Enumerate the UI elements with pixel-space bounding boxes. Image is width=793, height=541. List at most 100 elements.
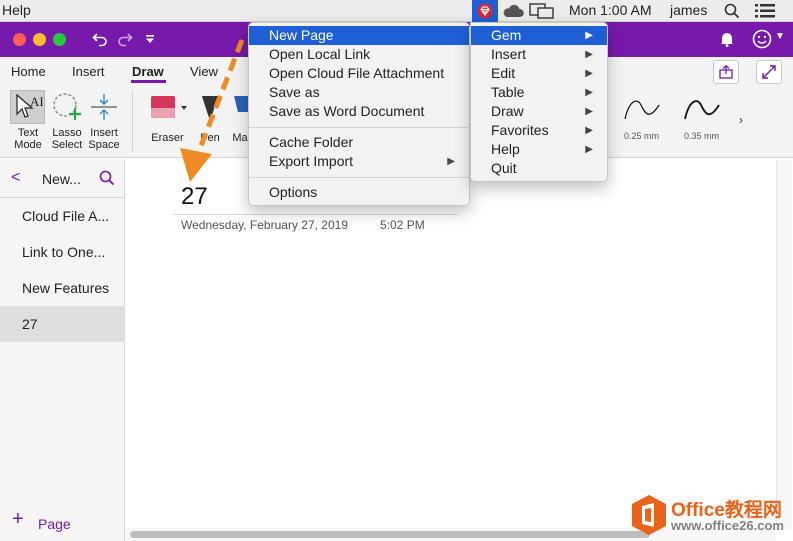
submenu-item-favorites[interactable]: Favorites ▶	[471, 121, 607, 140]
submenu-arrow-icon: ▶	[585, 87, 593, 98]
insert-space-icon	[91, 94, 117, 120]
submenu-item-quit[interactable]: Quit	[471, 159, 607, 178]
page-list-item[interactable]: New Features	[0, 270, 125, 306]
office-logo-icon	[632, 495, 666, 535]
submenu-arrow-icon: ▶	[447, 156, 455, 167]
submenu-item-help[interactable]: Help ▶	[471, 140, 607, 159]
share-icon	[719, 65, 733, 79]
submenu-item-insert[interactable]: Insert ▶	[471, 45, 607, 64]
menu-user-name[interactable]: james	[670, 2, 707, 18]
gem-tray-icon	[477, 3, 493, 19]
chevron-down-icon[interactable]: ▼	[775, 31, 785, 42]
active-tab-underline	[131, 80, 166, 83]
search-icon[interactable]	[99, 170, 115, 186]
menu-item-save-as-word[interactable]: Save as Word Document	[249, 102, 469, 121]
display-icon[interactable]	[529, 3, 555, 20]
pen-stroke-icon	[624, 100, 660, 120]
bell-icon[interactable]	[720, 31, 734, 47]
gem-submenu: Gem ▶ Insert ▶ Edit ▶ Table ▶ Draw ▶ Favorite…	[470, 22, 608, 182]
pen-size-label-1: 0.25 mm	[624, 131, 660, 141]
insert-space-tool[interactable]: Insert Space	[86, 92, 122, 151]
gem-tray-button[interactable]	[472, 0, 498, 22]
menu-clock[interactable]: Mon 1:00 AM	[569, 2, 652, 18]
tab-draw[interactable]: Draw	[132, 64, 164, 79]
page-list-item-selected[interactable]: 27	[0, 306, 125, 342]
page-title-label: Link to One...	[22, 244, 106, 260]
menu-separator	[249, 127, 469, 128]
lasso-label-line1: Lasso	[52, 127, 82, 139]
svg-text:AI: AI	[30, 94, 43, 109]
mac-menu-bar: Help Mon 1:00 AM james	[0, 0, 793, 22]
insert-space-label-line2: Space	[88, 139, 120, 151]
title-underline	[173, 214, 458, 215]
section-header: < New...	[0, 159, 125, 198]
redo-icon[interactable]	[117, 31, 133, 47]
feedback-smile-icon[interactable]	[752, 29, 772, 49]
text-mode-label-line1: Text	[17, 127, 39, 139]
expand-icon	[762, 65, 776, 79]
submenu-arrow-icon: ▶	[585, 30, 593, 41]
close-window-button[interactable]	[13, 33, 26, 46]
lasso-label-line2: Select	[51, 139, 83, 151]
page-time: 5:02 PM	[380, 218, 425, 232]
menu-item-open-local-link[interactable]: Open Local Link	[249, 45, 469, 64]
submenu-item-gem[interactable]: Gem ▶	[471, 26, 607, 45]
note-canvas[interactable]	[126, 159, 793, 541]
submenu-item-table[interactable]: Table ▶	[471, 83, 607, 102]
lasso-icon	[53, 93, 81, 120]
text-cursor-icon: AI	[16, 93, 44, 118]
insert-space-label-line1: Insert	[90, 127, 118, 139]
pen-stroke-icon	[684, 100, 720, 120]
menu-item-save-as[interactable]: Save as	[249, 83, 469, 102]
page-list-item[interactable]: Cloud File A...	[0, 198, 125, 234]
submenu-item-edit[interactable]: Edit ▶	[471, 64, 607, 83]
submenu-arrow-icon: ▶	[585, 68, 593, 79]
page-title-label: Cloud File A...	[22, 208, 110, 224]
text-mode-label-line2: Mode	[14, 139, 42, 151]
expand-button[interactable]	[756, 60, 782, 84]
plus-icon: +	[12, 508, 24, 530]
submenu-arrow-icon: ▶	[585, 49, 593, 60]
menu-item-cache-folder[interactable]: Cache Folder	[249, 133, 469, 152]
tab-home[interactable]: Home	[11, 64, 46, 79]
app-menu-help[interactable]: Help	[2, 2, 31, 18]
pen-size-swatch-2[interactable]	[674, 90, 734, 150]
submenu-arrow-icon: ▶	[585, 106, 593, 117]
horizontal-scroll-thumb[interactable]	[130, 531, 650, 538]
section-title[interactable]: New...	[42, 171, 81, 187]
submenu-item-draw[interactable]: Draw ▶	[471, 102, 607, 121]
page-list-item[interactable]: Link to One...	[0, 234, 125, 270]
page-title[interactable]: 27	[181, 183, 208, 211]
minimize-window-button[interactable]	[33, 33, 46, 46]
submenu-arrow-icon: ▶	[585, 144, 593, 155]
share-button[interactable]	[713, 60, 739, 84]
menu-item-open-cloud-file[interactable]: Open Cloud File Attachment	[249, 64, 469, 83]
chevron-right-icon[interactable]: ›	[739, 113, 743, 127]
menu-item-export-import[interactable]: Export Import ▶	[249, 152, 469, 171]
add-page-label: Page	[38, 516, 71, 532]
undo-icon[interactable]	[92, 31, 108, 47]
page-title-label: New Features	[22, 280, 110, 296]
back-chevron-icon[interactable]: <	[11, 169, 20, 187]
office26-watermark: Office教程网 www.office26.com	[628, 493, 793, 541]
watermark-url: www.office26.com	[671, 518, 784, 533]
menu-item-options[interactable]: Options	[249, 183, 469, 202]
spotlight-search-icon[interactable]	[724, 3, 740, 19]
pen-size-label-2: 0.35 mm	[684, 131, 720, 141]
gem-dropdown-menu: New Page Open Local Link Open Cloud File…	[248, 22, 470, 206]
notification-list-icon[interactable]	[755, 4, 775, 18]
vertical-scrollbar[interactable]	[776, 160, 792, 530]
menu-item-new-page[interactable]: New Page	[249, 26, 469, 45]
annotation-arrow	[180, 39, 245, 182]
pages-sidebar: < New... Cloud File A... Link to One... …	[0, 159, 125, 541]
lasso-select-tool[interactable]: Lasso Select	[47, 92, 87, 151]
pen-size-swatch-1[interactable]	[614, 90, 674, 150]
submenu-arrow-icon: ▶	[585, 125, 593, 136]
text-mode-tool[interactable]: AI Text Mode	[8, 92, 48, 151]
menu-separator	[249, 177, 469, 178]
customize-toolbar-icon[interactable]	[145, 34, 155, 44]
zoom-window-button[interactable]	[53, 33, 66, 46]
onedrive-cloud-icon[interactable]	[502, 3, 524, 19]
page-title-label: 27	[22, 316, 38, 332]
tab-insert[interactable]: Insert	[72, 64, 105, 79]
